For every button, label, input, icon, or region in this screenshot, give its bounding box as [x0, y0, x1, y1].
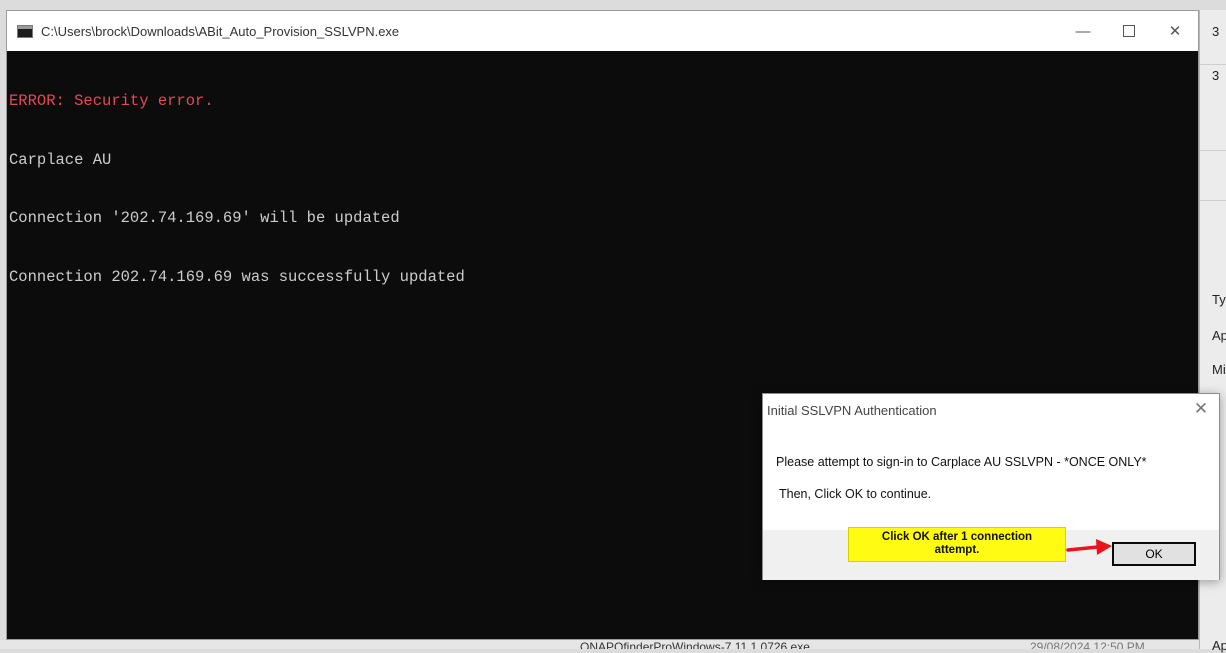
console-title: C:\Users\brock\Downloads\ABit_Auto_Provi…	[41, 23, 400, 39]
dialog-instruction: Then, Click OK to continue.	[779, 487, 932, 501]
background-file-list: QNAPQfinderProWindows-7.11.1.0726.exe 29…	[0, 640, 1199, 649]
background-fragment: 3	[1212, 68, 1220, 83]
background-fragment: 3	[1212, 24, 1220, 39]
dialog-title: Initial SSLVPN Authentication	[767, 402, 937, 418]
background-fragment: Ap	[1212, 638, 1226, 653]
dialog-titlebar[interactable]: Initial SSLVPN Authentication ✕	[763, 394, 1219, 426]
maximize-button[interactable]	[1106, 11, 1152, 51]
close-button[interactable]: ✕	[1152, 11, 1198, 51]
annotation-text-line: attempt.	[934, 544, 980, 556]
annotation-note: Click OK after 1 connection attempt.	[848, 527, 1066, 562]
background-fragment: Ty	[1212, 292, 1226, 307]
ok-button[interactable]: OK	[1112, 542, 1196, 566]
close-icon: ✕	[1168, 23, 1182, 40]
console-error-line: ERROR: Security error.	[9, 92, 214, 110]
minimize-icon: —	[1075, 22, 1091, 40]
red-arrow-icon	[1066, 539, 1112, 555]
background-file-name: QNAPQfinderProWindows-7.11.1.0726.exe	[580, 640, 810, 649]
console-line: Connection '202.74.169.69' will be updat…	[9, 209, 400, 227]
dialog-body: Please attempt to sign-in to Carplace AU…	[763, 426, 1219, 530]
annotation-text-line: Click OK after 1 connection	[881, 531, 1033, 543]
background-fragment: Mi	[1212, 362, 1226, 377]
console-app-icon	[17, 24, 33, 38]
background-file-date: 29/08/2024 12:50 PM	[1030, 640, 1145, 649]
console-titlebar[interactable]: C:\Users\brock\Downloads\ABit_Auto_Provi…	[7, 11, 1198, 51]
dialog-close-button[interactable]: ✕	[1189, 397, 1213, 421]
close-icon: ✕	[1193, 399, 1209, 418]
background-fragment: Ap	[1212, 328, 1226, 343]
dialog-message: Please attempt to sign-in to Carplace AU…	[776, 455, 1147, 469]
window-controls: — ✕	[1060, 11, 1198, 51]
console-line: Connection 202.74.169.69 was successfull…	[9, 267, 465, 286]
minimize-button[interactable]: —	[1060, 11, 1106, 51]
console-line: Carplace AU	[9, 150, 112, 169]
maximize-icon	[1123, 25, 1135, 37]
